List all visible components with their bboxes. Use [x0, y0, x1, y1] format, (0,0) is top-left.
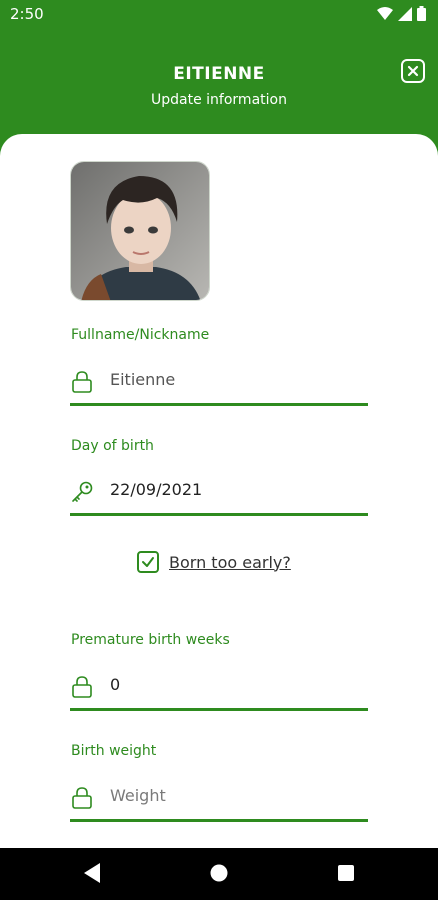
key-icon [72, 481, 93, 502]
back-icon[interactable] [82, 862, 102, 884]
status-icons [377, 6, 426, 21]
home-icon[interactable] [209, 862, 229, 884]
fullname-input[interactable]: Eitienne [110, 370, 175, 389]
avatar[interactable] [70, 161, 210, 301]
premature-weeks-field[interactable]: 0 [70, 665, 368, 711]
signal-icon [398, 6, 412, 21]
lock-icon [72, 787, 92, 809]
page-title: EITIENNE [173, 64, 265, 84]
lock-icon [72, 676, 92, 698]
battery-icon [417, 6, 426, 21]
close-icon [407, 65, 419, 77]
close-button[interactable] [401, 59, 425, 83]
status-bar: 2:50 [0, 0, 438, 30]
born-early-toggle[interactable]: Born too early? [137, 550, 291, 574]
premature-weeks-input[interactable]: 0 [110, 675, 120, 694]
birth-weight-field[interactable]: Weight [70, 776, 368, 822]
avatar-photo [71, 162, 209, 300]
birthday-field[interactable]: 22/09/2021 [70, 470, 368, 516]
born-early-checkbox[interactable] [137, 551, 159, 573]
lock-icon [72, 371, 92, 393]
birth-weight-input[interactable]: Weight [110, 786, 166, 805]
wifi-icon [377, 6, 393, 20]
birthday-input[interactable]: 22/09/2021 [110, 480, 202, 499]
form-card: Fullname/Nickname Eitienne Day of birth … [0, 134, 438, 848]
birth-weight-label: Birth weight [71, 743, 157, 759]
navigation-bar [0, 848, 438, 900]
fullname-field[interactable]: Eitienne [70, 360, 368, 406]
born-early-label[interactable]: Born too early? [169, 553, 291, 572]
birthday-label: Day of birth [71, 438, 154, 454]
status-time: 2:50 [10, 5, 44, 23]
recents-icon[interactable] [336, 862, 356, 884]
page-subtitle: Update information [151, 92, 287, 108]
check-icon [142, 557, 154, 567]
fullname-label: Fullname/Nickname [71, 327, 210, 343]
premature-weeks-label: Premature birth weeks [71, 632, 230, 648]
header: EITIENNE Update information [0, 30, 438, 135]
